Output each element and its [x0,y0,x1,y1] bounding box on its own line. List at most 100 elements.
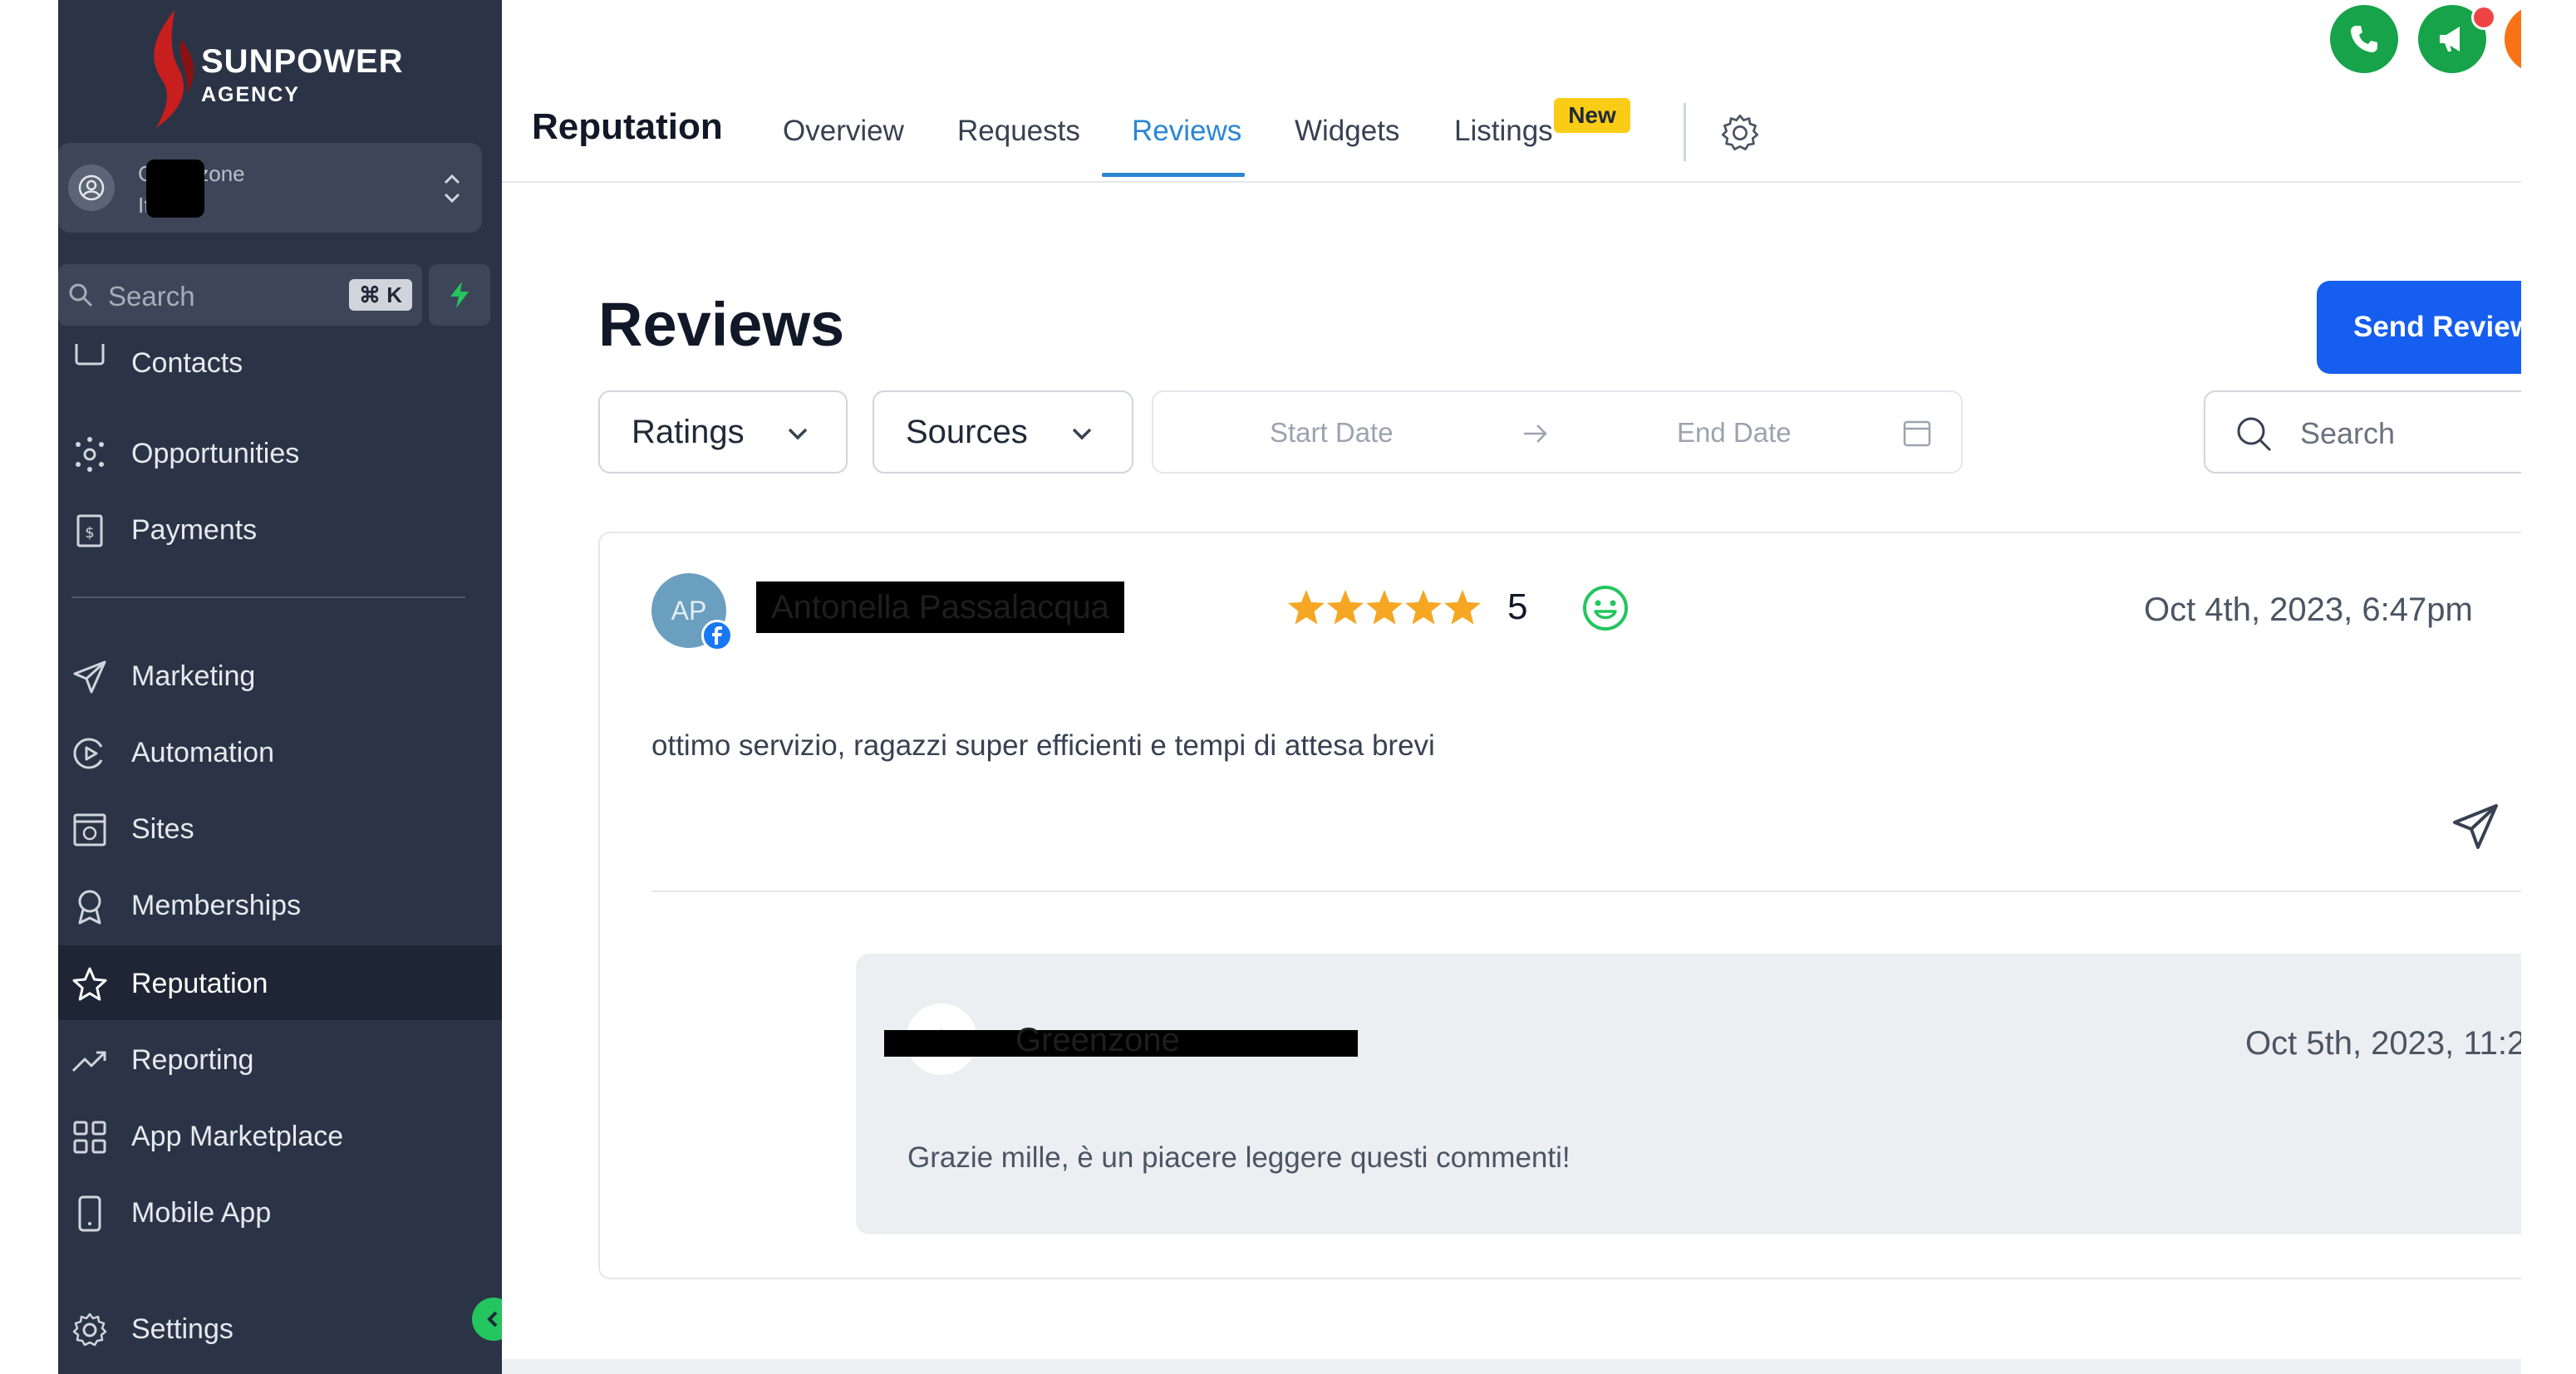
send-reply-icon[interactable] [2450,801,2501,852]
sidebar-item-label: Sites [131,813,194,845]
tab-separator [1684,103,1686,161]
window-edge [2521,0,2576,1374]
sidebar-item-contacts[interactable]: Contacts [58,336,502,394]
send-review-request-button[interactable]: Send Review [2317,281,2521,374]
review-search-input[interactable] [2298,410,2521,457]
chevron-left-icon [487,1311,498,1327]
chevron-up-down-icon [444,174,460,204]
phone-icon [2351,26,2377,52]
sidebar: SUNPOWER AGENCY Greenzone Italy Search ⌘… [58,0,502,1374]
sources-filter-label: Sources [906,414,1028,450]
user-icon [78,174,105,201]
sites-icon [73,813,106,846]
sidebar-item-mobile-app[interactable]: Mobile App [58,1175,502,1249]
sidebar-item-reporting[interactable]: Reporting [58,1022,502,1097]
facebook-icon [701,620,733,651]
sidebar-item-label: Memberships [131,890,302,921]
end-date-input[interactable]: End Date [1677,417,1792,449]
rating-star [1366,590,1403,625]
rating-star [1405,590,1442,625]
brand-sub: AGENCY [201,83,300,106]
search-icon [69,283,93,307]
top-navigation: Reputation Overview Requests Reviews Wid… [502,0,2573,183]
search-icon [2237,417,2272,452]
sidebar-item-payments[interactable]: $ Payments [58,492,502,567]
brand-logo: SUNPOWER AGENCY [138,7,487,131]
sidebar-item-memberships[interactable]: Memberships [58,867,502,942]
flame-logo-icon [154,10,194,128]
chevron-down-icon [1072,428,1092,440]
module-title: Reputation [532,106,723,147]
chevron-down-icon [788,428,808,440]
megaphone-icon [2440,27,2460,52]
payments-icon: $ [76,514,103,547]
rating-value: 5 [1507,586,1528,627]
sidebar-item-label: App Marketplace [131,1121,344,1152]
reviewer-name: Antonella Passalacqua [756,581,1124,633]
call-button[interactable] [2330,5,2398,73]
tab-overview[interactable]: Overview [783,115,904,148]
start-date-input[interactable]: Start Date [1270,417,1394,449]
brand-name: SUNPOWER [201,43,404,80]
card-divider [651,891,2521,892]
account-switcher[interactable]: Greenzone Italy [58,143,482,233]
notification-dot [2471,5,2496,30]
reply-author: Greenzone [1015,1022,1180,1058]
rating-stars [1288,590,1481,625]
rating-star [1288,590,1325,625]
calendar-icon [1903,420,1931,447]
reply-date: Oct 5th, 2023, 11:2 [2245,1025,2521,1062]
sidebar-item-label: Settings [131,1313,234,1345]
contacts-icon [75,344,105,366]
tab-requests[interactable]: Requests [957,115,1080,148]
arrow-right-icon [1524,424,1547,443]
sidebar-item-label: Contacts [131,347,243,379]
reply-box: Greenzone Oct 5th, 2023, 11:2 Grazie mil… [856,954,2521,1234]
ratings-filter[interactable]: Ratings [598,390,848,474]
sidebar-item-label: Mobile App [131,1197,272,1229]
sidebar-item-app-marketplace[interactable]: App Marketplace [58,1098,502,1173]
sidebar-item-sites[interactable]: Sites [58,791,502,866]
tab-widgets[interactable]: Widgets [1295,115,1399,148]
date-range-picker[interactable]: Start Date End Date [1152,390,1963,474]
review-card: AP Antonella Passalacqua 5 Oct 4th, 2023… [598,532,2521,1279]
sidebar-search[interactable]: Search ⌘ K [58,264,422,326]
automation-icon [73,738,103,769]
smiley-icon [1583,586,1628,631]
tab-reviews[interactable]: Reviews [1132,115,1241,148]
sidebar-item-label: Marketing [131,660,256,692]
new-badge: New [1554,98,1630,133]
keyboard-shortcut-badge: ⌘ K [349,279,412,311]
sidebar-search-label: Search [108,281,195,312]
quick-action-button[interactable] [429,264,490,326]
rating-star [1444,590,1481,625]
tab-listings[interactable]: Listings [1454,115,1553,148]
account-avatar [68,164,115,211]
sources-filter[interactable]: Sources [873,390,1133,474]
review-search[interactable] [2204,390,2521,474]
page-title: Reviews [598,290,845,359]
reporting-icon [71,1051,106,1072]
settings-gear-icon[interactable] [1720,113,1760,153]
main-content: Reviews Send Review Ratings Sources Star… [502,183,2521,1374]
ratings-filter-label: Ratings [632,414,745,450]
grid-icon [73,1121,106,1154]
mobile-icon [78,1195,101,1232]
memberships-icon [78,890,101,925]
bottom-edge [502,1359,2521,1374]
sidebar-item-marketing[interactable]: Marketing [58,638,502,713]
sidebar-item-label: Reporting [131,1044,254,1076]
reply-text: Grazie mille, è un piacere leggere quest… [907,1141,1571,1174]
review-date: Oct 4th, 2023, 6:47pm [2144,591,2473,628]
active-tab-indicator [1102,173,1245,177]
sidebar-item-settings[interactable]: Settings [58,1291,502,1366]
sidebar-item-opportunities[interactable]: Opportunities [58,415,502,490]
sidebar-item-label: Opportunities [131,438,300,469]
sidebar-item-automation[interactable]: Automation [58,714,502,789]
star-icon [72,967,107,1001]
sidebar-item-reputation[interactable]: Reputation [58,945,502,1020]
marketing-icon [73,660,106,694]
sidebar-item-label: Reputation [131,968,268,999]
redaction-block [146,159,204,218]
sidebar-item-label: Automation [131,737,274,768]
